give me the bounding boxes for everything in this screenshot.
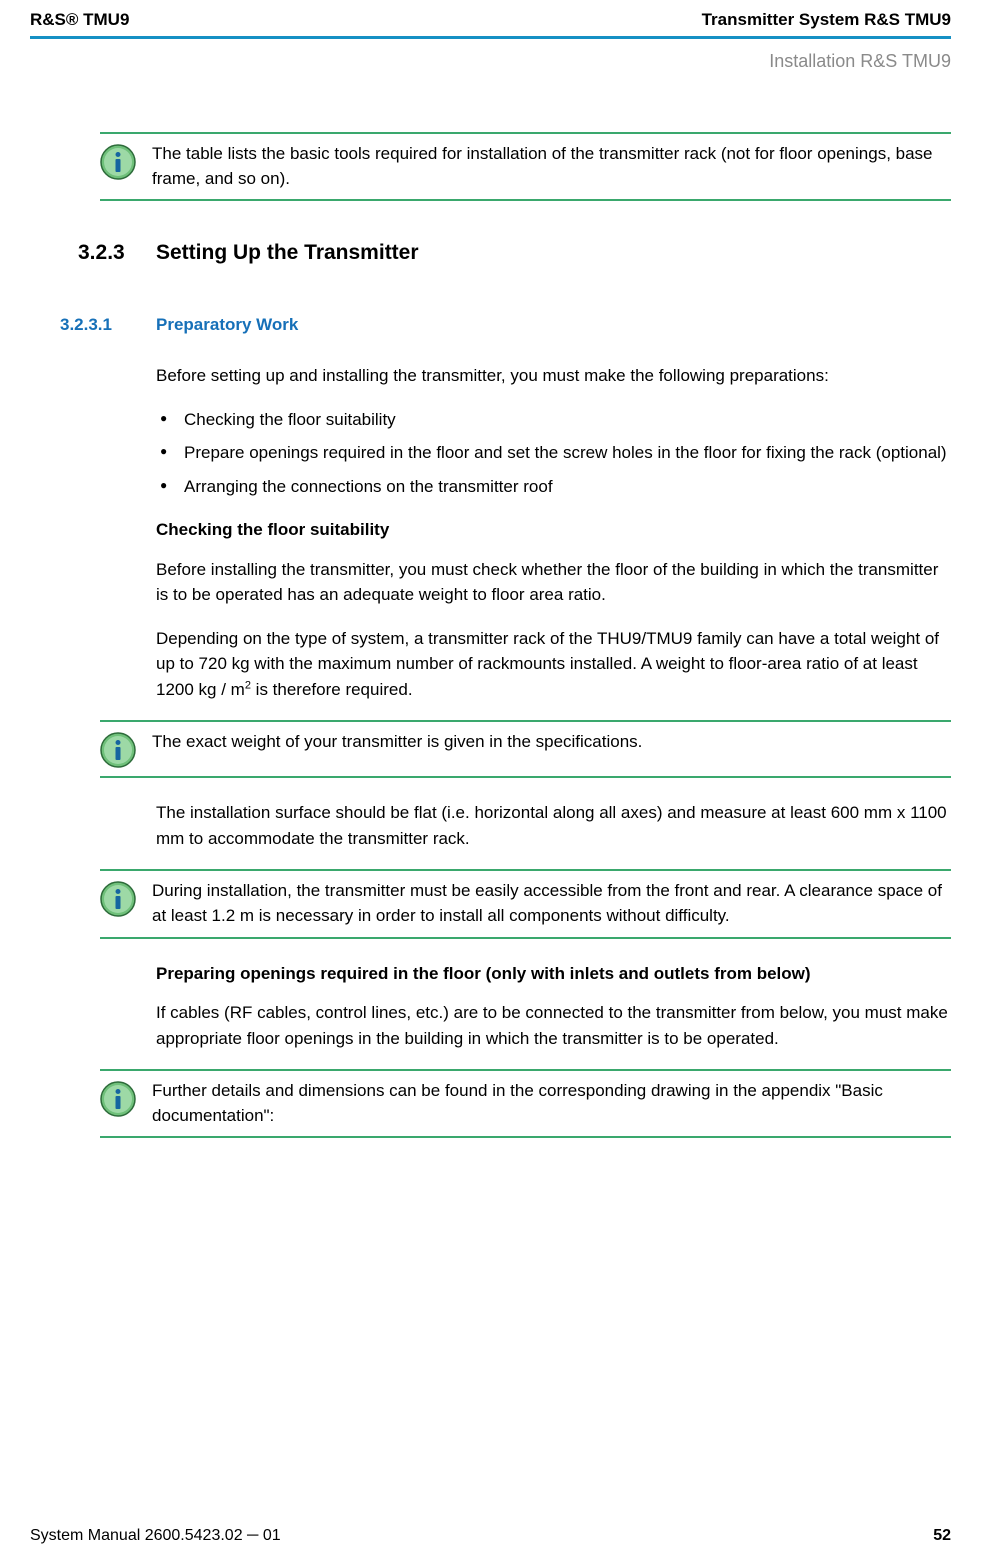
- paragraph: Before setting up and installing the tra…: [156, 363, 951, 389]
- bullet-list: Checking the floor suitability Prepare o…: [156, 407, 951, 500]
- section-tag: Installation R&S TMU9: [30, 51, 951, 72]
- info-text: The table lists the basic tools required…: [152, 142, 951, 191]
- sub-heading: Checking the floor suitability: [156, 517, 951, 543]
- footer-page-number: 52: [933, 1527, 951, 1545]
- info-icon: [100, 732, 136, 768]
- list-item: Arranging the connections on the transmi…: [156, 474, 951, 500]
- info-note-3: During installation, the transmitter mus…: [100, 871, 951, 936]
- subheading-number: 3.2.3.1: [60, 315, 156, 335]
- info-note-4: Further details and dimensions can be fo…: [100, 1071, 951, 1136]
- info-text: During installation, the transmitter mus…: [152, 879, 951, 928]
- paragraph: The installation surface should be flat …: [156, 800, 951, 851]
- footer-left: System Manual 2600.5423.02 ─ 01: [30, 1527, 281, 1545]
- header-left: R&S® TMU9: [30, 10, 129, 30]
- paragraph: Depending on the type of system, a trans…: [156, 626, 951, 703]
- subheading-title: Preparatory Work: [156, 315, 298, 335]
- info-note-1: The table lists the basic tools required…: [100, 134, 951, 199]
- divider: [100, 1136, 951, 1138]
- info-icon: [100, 1081, 136, 1117]
- info-text: Further details and dimensions can be fo…: [152, 1079, 951, 1128]
- info-note-2: The exact weight of your transmitter is …: [100, 722, 951, 776]
- list-item: Prepare openings required in the floor a…: [156, 440, 951, 466]
- paragraph: If cables (RF cables, control lines, etc…: [156, 1000, 951, 1051]
- divider: [100, 199, 951, 201]
- info-icon: [100, 881, 136, 917]
- info-text: The exact weight of your transmitter is …: [152, 730, 642, 755]
- info-icon: [100, 144, 136, 180]
- heading-title: Setting Up the Transmitter: [156, 241, 419, 265]
- heading-number: 3.2.3: [78, 241, 156, 265]
- paragraph: Before installing the transmitter, you m…: [156, 557, 951, 608]
- list-item: Checking the floor suitability: [156, 407, 951, 433]
- sub-heading: Preparing openings required in the floor…: [156, 961, 951, 987]
- header-right: Transmitter System R&S TMU9: [702, 10, 951, 30]
- header-rule: [30, 36, 951, 39]
